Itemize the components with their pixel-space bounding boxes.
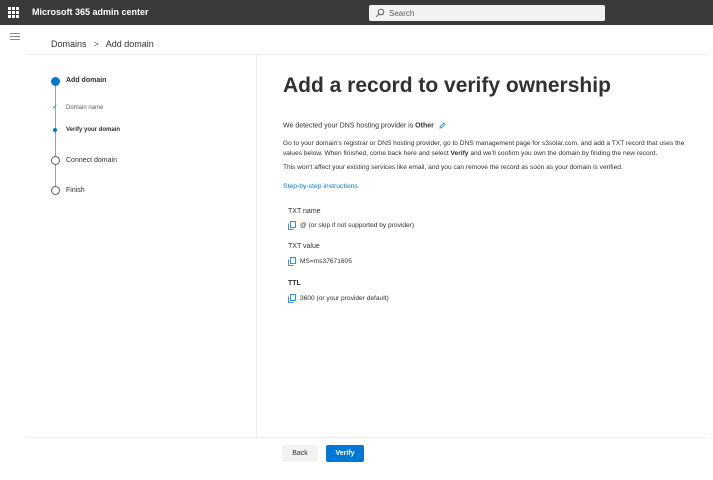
step-add-domain[interactable]: Add domain (66, 77, 106, 84)
copy-icon[interactable] (288, 221, 296, 230)
txt-value-text: MS=ms37671605 (300, 258, 352, 265)
chevron-right-icon: > (93, 39, 99, 49)
pencil-icon[interactable] (439, 122, 446, 129)
txt-name-label: TXT name (288, 208, 321, 215)
copy-icon[interactable] (288, 257, 296, 266)
step-connector (55, 86, 56, 156)
ttl-value: 3600 (or your provider default) (288, 294, 389, 303)
step-current-icon (51, 77, 60, 86)
txt-name-text: @ (or skip if not supported by provider) (300, 222, 415, 229)
search-input[interactable] (389, 5, 599, 21)
divider (27, 54, 707, 55)
detect-text: We detected your DNS hosting provider is (283, 122, 414, 130)
ttl-label: TTL (288, 280, 301, 287)
divider (256, 55, 257, 437)
breadcrumb-domains[interactable]: Domains (51, 39, 87, 49)
divider (27, 437, 707, 438)
page-title: Add a record to verify ownership (283, 74, 611, 97)
breadcrumb-add-domain: Add domain (105, 39, 154, 49)
instructions-text: and we'll confirm you own the domain by … (470, 149, 658, 157)
note-paragraph: This won't affect your existing services… (283, 164, 623, 171)
step-by-step-link[interactable]: Step-by-step instructions (283, 183, 358, 190)
search-icon (375, 8, 385, 18)
checkmark-icon: ✓ (52, 104, 58, 111)
txt-value-label: TXT value (288, 243, 320, 250)
nav-toggle-icon[interactable] (10, 33, 20, 40)
verify-button[interactable]: Verify (326, 445, 364, 462)
back-button[interactable]: Back (282, 445, 318, 462)
top-bar: Microsoft 365 admin center (0, 0, 713, 25)
app-title[interactable]: Microsoft 365 admin center (32, 7, 149, 17)
step-finish[interactable]: Finish (66, 187, 85, 194)
txt-name-value: @ (or skip if not supported by provider) (288, 221, 414, 230)
txt-value-value: MS=ms37671605 (288, 257, 352, 266)
step-current-dot-icon (53, 128, 57, 132)
instructions-paragraph: Go to your domain's registrar or DNS hos… (283, 139, 703, 158)
breadcrumb: Domains > Add domain (51, 39, 154, 49)
ttl-text: 3600 (or your provider default) (300, 295, 389, 302)
step-connector (55, 165, 56, 186)
search-box[interactable] (369, 5, 605, 21)
step-upcoming-icon (51, 186, 60, 195)
provider-name: Other (415, 122, 434, 130)
copy-icon[interactable] (288, 294, 296, 303)
step-upcoming-icon (51, 156, 60, 165)
app-launcher-icon[interactable] (8, 7, 19, 18)
step-connect-domain[interactable]: Connect domain (66, 157, 117, 164)
verify-emphasis: Verify (450, 149, 469, 157)
step-domain-name[interactable]: Domain name (66, 105, 103, 111)
step-verify-domain[interactable]: Verify your domain (66, 127, 120, 133)
dns-provider-detection: We detected your DNS hosting provider is… (283, 122, 446, 129)
